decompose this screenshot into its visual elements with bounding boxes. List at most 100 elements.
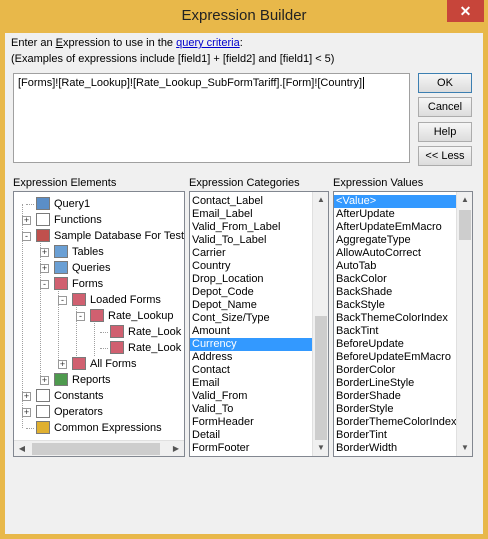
value-item[interactable]: BackColor (334, 273, 472, 286)
category-item[interactable]: FormFooter (190, 442, 328, 455)
value-item[interactable]: BackShade (334, 286, 472, 299)
value-item[interactable]: BorderShade (334, 390, 472, 403)
collapse-icon[interactable]: - (76, 312, 85, 321)
expand-icon[interactable]: + (40, 264, 49, 273)
cancel-button[interactable]: Cancel (418, 97, 472, 117)
category-item[interactable]: Drop_Location (190, 273, 328, 286)
less-button[interactable]: << Less (418, 146, 472, 166)
tree-item[interactable]: Loaded Forms (90, 292, 161, 308)
categories-rows: Contact_Label Email_Label Valid_From_Label… (190, 192, 328, 455)
value-item[interactable]: AfterUpdate (334, 208, 472, 221)
expand-icon[interactable]: + (22, 392, 31, 401)
categories-vertical-scrollbar[interactable]: ▲ ▼ (312, 192, 328, 456)
expand-icon[interactable]: + (40, 376, 49, 385)
expand-icon[interactable]: + (40, 248, 49, 257)
tree-item[interactable]: Constants (54, 388, 104, 404)
tree-connector (40, 236, 41, 380)
value-item[interactable]: BorderTint (334, 429, 472, 442)
category-item[interactable]: Depot_Name (190, 299, 328, 312)
close-button[interactable]: ✕ (447, 0, 484, 22)
instruction-line-2: (Examples of expressions include [field1… (11, 53, 335, 65)
tree-item[interactable]: All Forms (90, 356, 136, 372)
tree-connector (100, 348, 108, 349)
category-item[interactable]: Email (190, 377, 328, 390)
value-item[interactable]: BorderThemeColorIndex (334, 416, 472, 429)
value-item[interactable]: BorderLineStyle (334, 377, 472, 390)
elements-horizontal-scrollbar[interactable]: ◀ ▶ (14, 440, 184, 456)
scroll-up-icon[interactable]: ▲ (457, 192, 472, 208)
scroll-thumb[interactable] (459, 210, 471, 240)
expand-icon[interactable]: + (22, 216, 31, 225)
tree-item[interactable]: Query1 (54, 196, 90, 212)
operators-icon (36, 405, 50, 418)
collapse-icon[interactable]: - (58, 296, 67, 305)
expand-icon[interactable]: + (22, 408, 31, 417)
tree-item[interactable]: Rate_Lookup (108, 308, 173, 324)
value-item[interactable]: BackTint (334, 325, 472, 338)
title-bar[interactable]: Expression Builder ✕ (0, 0, 488, 33)
form-icon (90, 309, 104, 322)
tree-item[interactable]: Sample Database For Test (54, 228, 184, 244)
value-item[interactable]: AutoTab (334, 260, 472, 273)
value-item[interactable]: BeforeUpdate (334, 338, 472, 351)
values-rows: <Value> AfterUpdate AfterUpdateEmMacro Aggr… (334, 192, 472, 455)
value-item[interactable]: BeforeUpdateEmMacro (334, 351, 472, 364)
category-item[interactable]: Cont_Size/Type (190, 312, 328, 325)
expression-input[interactable]: [Forms]![Rate_Lookup]![Rate_Lookup_SubFo… (13, 73, 410, 163)
category-item[interactable]: Carrier (190, 247, 328, 260)
database-icon (36, 229, 50, 242)
expression-categories-header: Expression Categories (189, 177, 300, 189)
collapse-icon[interactable]: - (40, 280, 49, 289)
category-item[interactable]: Country (190, 260, 328, 273)
category-item[interactable]: Depot_Code (190, 286, 328, 299)
category-item[interactable]: FormHeader (190, 416, 328, 429)
tree-item[interactable]: Functions (54, 212, 102, 228)
category-item[interactable]: Valid_To_Label (190, 234, 328, 247)
category-item[interactable]: Valid_From (190, 390, 328, 403)
ok-button[interactable]: OK (418, 73, 472, 93)
tree-item[interactable]: Reports (72, 372, 111, 388)
scroll-thumb[interactable] (315, 316, 327, 440)
values-vertical-scrollbar[interactable]: ▲ ▼ (456, 192, 472, 456)
scroll-down-icon[interactable]: ▼ (457, 440, 472, 456)
tree-item[interactable]: Operators (54, 404, 103, 420)
category-item[interactable]: Address (190, 351, 328, 364)
category-item[interactable]: Valid_From_Label (190, 221, 328, 234)
category-item[interactable]: Currency (190, 338, 328, 351)
value-item[interactable]: BackThemeColorIndex (334, 312, 472, 325)
tree-item[interactable]: Queries (72, 260, 111, 276)
value-item[interactable]: BorderWidth (334, 442, 472, 455)
value-item[interactable]: BorderColor (334, 364, 472, 377)
tree-item[interactable]: Rate_Look (128, 340, 181, 356)
value-item[interactable]: AllowAutoCorrect (334, 247, 472, 260)
value-item[interactable]: <Value> (334, 195, 472, 208)
value-item[interactable]: BorderStyle (334, 403, 472, 416)
tree-connector (26, 204, 34, 205)
tree-item[interactable]: Forms (72, 276, 103, 292)
instruction-text-pre: Enter an (11, 37, 56, 49)
category-item[interactable]: Email_Label (190, 208, 328, 221)
help-button[interactable]: Help (418, 122, 472, 142)
category-item[interactable]: Amount (190, 325, 328, 338)
scroll-thumb[interactable] (32, 443, 160, 455)
value-item[interactable]: AggregateType (334, 234, 472, 247)
collapse-icon[interactable]: - (22, 232, 31, 241)
category-item[interactable]: Contact (190, 364, 328, 377)
category-item[interactable]: Contact_Label (190, 195, 328, 208)
expand-icon[interactable]: + (58, 360, 67, 369)
tree-item[interactable]: Rate_Look (128, 324, 181, 340)
value-item[interactable]: AfterUpdateEmMacro (334, 221, 472, 234)
expression-values-list[interactable]: <Value> AfterUpdate AfterUpdateEmMacro Aggr… (333, 191, 473, 457)
category-item[interactable]: Valid_To (190, 403, 328, 416)
scroll-down-icon[interactable]: ▼ (313, 440, 328, 456)
query-criteria-link[interactable]: query criteria (176, 37, 240, 49)
scroll-left-icon[interactable]: ◀ (14, 441, 30, 456)
scroll-right-icon[interactable]: ▶ (168, 441, 184, 456)
tree-item[interactable]: Common Expressions (54, 420, 162, 436)
expression-elements-tree[interactable]: Query1 + Functions - Sample Database For Tes… (13, 191, 185, 457)
value-item[interactable]: BackStyle (334, 299, 472, 312)
expression-categories-list[interactable]: Contact_Label Email_Label Valid_From_Label… (189, 191, 329, 457)
scroll-up-icon[interactable]: ▲ (313, 192, 328, 208)
category-item[interactable]: Detail (190, 429, 328, 442)
tree-item[interactable]: Tables (72, 244, 104, 260)
